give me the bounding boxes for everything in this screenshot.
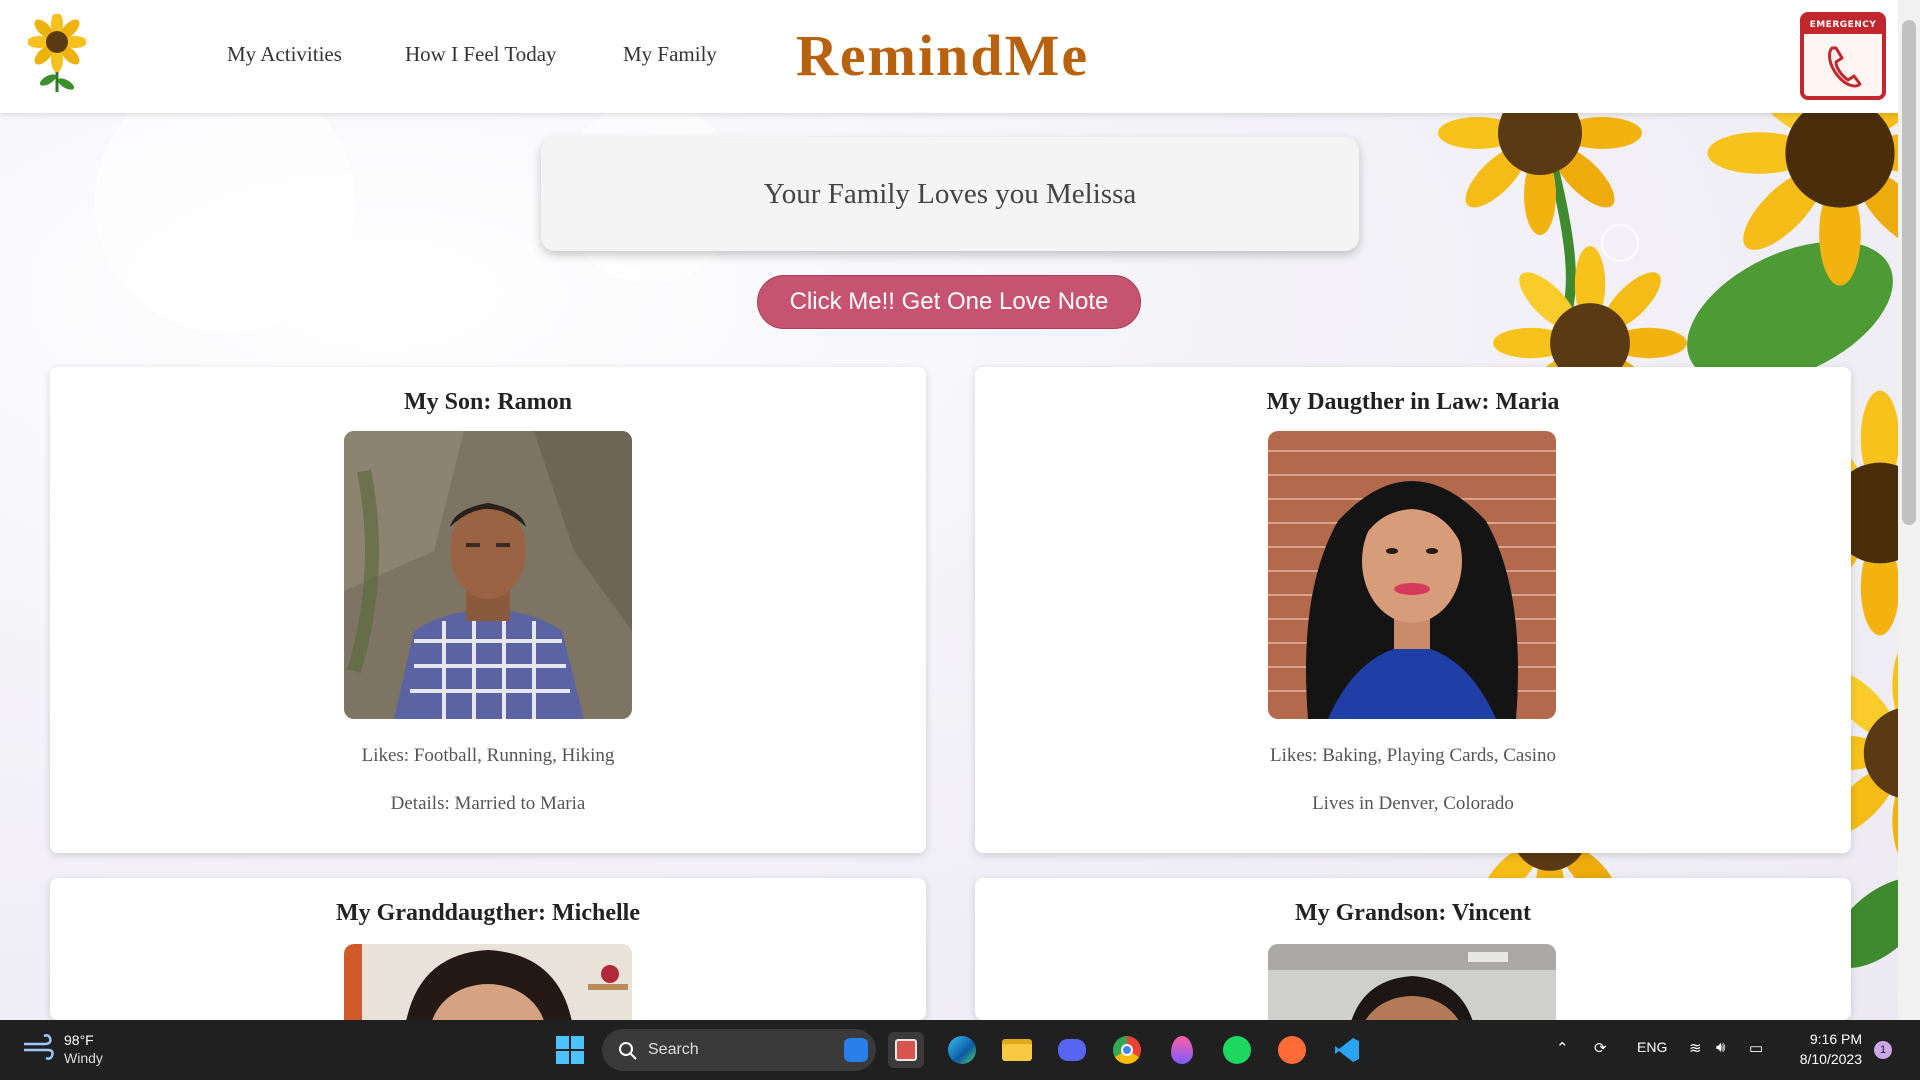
brand-title: RemindMe xyxy=(796,23,1090,88)
search-placeholder: Search xyxy=(648,1041,699,1058)
weather-temperature: 98°F xyxy=(64,1032,94,1048)
nav-my-activities[interactable]: My Activities xyxy=(227,42,342,67)
family-card-michelle[interactable]: My Granddaugther: Michelle xyxy=(50,878,926,1020)
bing-icon[interactable] xyxy=(844,1038,868,1062)
search-icon xyxy=(619,1042,637,1060)
file-explorer-icon[interactable] xyxy=(999,1032,1035,1068)
card-details: Lives in Denver, Colorado xyxy=(1312,793,1514,814)
spotify-icon[interactable] xyxy=(1219,1032,1255,1068)
emergency-label: EMERGENCY xyxy=(1804,16,1882,34)
snipping-tool-icon[interactable] xyxy=(888,1032,924,1068)
family-card-maria[interactable]: My Daugther in Law: Maria Likes: Baking,… xyxy=(975,367,1851,853)
color-drop-app-icon[interactable] xyxy=(1164,1032,1200,1068)
windows-start-icon[interactable] xyxy=(552,1032,588,1068)
card-title: My Granddaugther: Michelle xyxy=(336,900,640,926)
page-scrollbar[interactable] xyxy=(1898,0,1920,1020)
postman-icon[interactable] xyxy=(1274,1032,1310,1068)
michelle-photo xyxy=(344,944,632,1020)
taskbar-clock[interactable]: 9:16 PM 8/10/2023 xyxy=(1790,1029,1862,1069)
card-title: My Son: Ramon xyxy=(403,389,572,415)
wind-icon xyxy=(24,1034,54,1060)
top-navbar: My Activities How I Feel Today My Family… xyxy=(0,0,1898,113)
card-title: My Daugther in Law: Maria xyxy=(1266,389,1560,415)
edge-browser-icon[interactable] xyxy=(944,1032,980,1068)
weather-description: Windy xyxy=(64,1050,103,1066)
vincent-photo xyxy=(1268,944,1556,1020)
clock-date: 8/10/2023 xyxy=(1799,1051,1862,1067)
windows-taskbar: 98°F Windy Search ⌃ ⟳ ENG ≋ 🔊︎ ▭ 9:16 PM… xyxy=(0,1020,1920,1080)
family-card-ramon[interactable]: My Son: Ramon Likes: Football, Running, … xyxy=(50,367,926,853)
card-likes: Likes: Baking, Playing Cards, Casino xyxy=(1269,745,1557,766)
tray-overflow-chevron-icon[interactable]: ⌃ xyxy=(1556,1039,1569,1057)
nav-my-family[interactable]: My Family xyxy=(623,42,717,67)
love-note-button[interactable]: Click Me!! Get One Love Note xyxy=(757,275,1141,329)
wifi-icon[interactable]: ≋ xyxy=(1689,1039,1702,1057)
weather-widget[interactable]: 98°F Windy xyxy=(22,1032,103,1067)
clock-time: 9:16 PM xyxy=(1809,1031,1862,1047)
volume-icon[interactable]: 🔊︎ xyxy=(1716,1039,1725,1056)
vscode-icon[interactable] xyxy=(1329,1032,1365,1068)
discord-icon[interactable] xyxy=(1054,1032,1090,1068)
phone-icon xyxy=(1828,46,1862,88)
chrome-icon[interactable] xyxy=(1109,1032,1145,1068)
scrollbar-thumb[interactable] xyxy=(1902,20,1916,525)
language-indicator[interactable]: ENG xyxy=(1637,1039,1667,1055)
banner-text: Your Family Loves you Melissa xyxy=(763,177,1137,210)
notification-badge[interactable]: 1 xyxy=(1874,1041,1892,1059)
emergency-call-button[interactable]: EMERGENCY xyxy=(1800,12,1886,100)
family-loves-banner: Your Family Loves you Melissa xyxy=(541,137,1359,251)
family-card-vincent[interactable]: My Grandson: Vincent xyxy=(975,878,1851,1020)
sunflower-logo-icon[interactable] xyxy=(28,14,86,94)
decor-bubble xyxy=(95,113,355,333)
card-likes: Likes: Football, Running, Hiking xyxy=(361,745,615,766)
sync-icon[interactable]: ⟳ xyxy=(1594,1039,1607,1057)
taskbar-search-box[interactable]: Search xyxy=(602,1029,876,1071)
card-title: My Grandson: Vincent xyxy=(1294,900,1531,926)
nav-how-i-feel-today[interactable]: How I Feel Today xyxy=(405,42,557,67)
maria-photo xyxy=(1268,431,1556,719)
ramon-photo xyxy=(344,431,632,719)
card-details: Details: Married to Maria xyxy=(390,793,586,814)
battery-icon[interactable]: ▭ xyxy=(1749,1039,1763,1057)
